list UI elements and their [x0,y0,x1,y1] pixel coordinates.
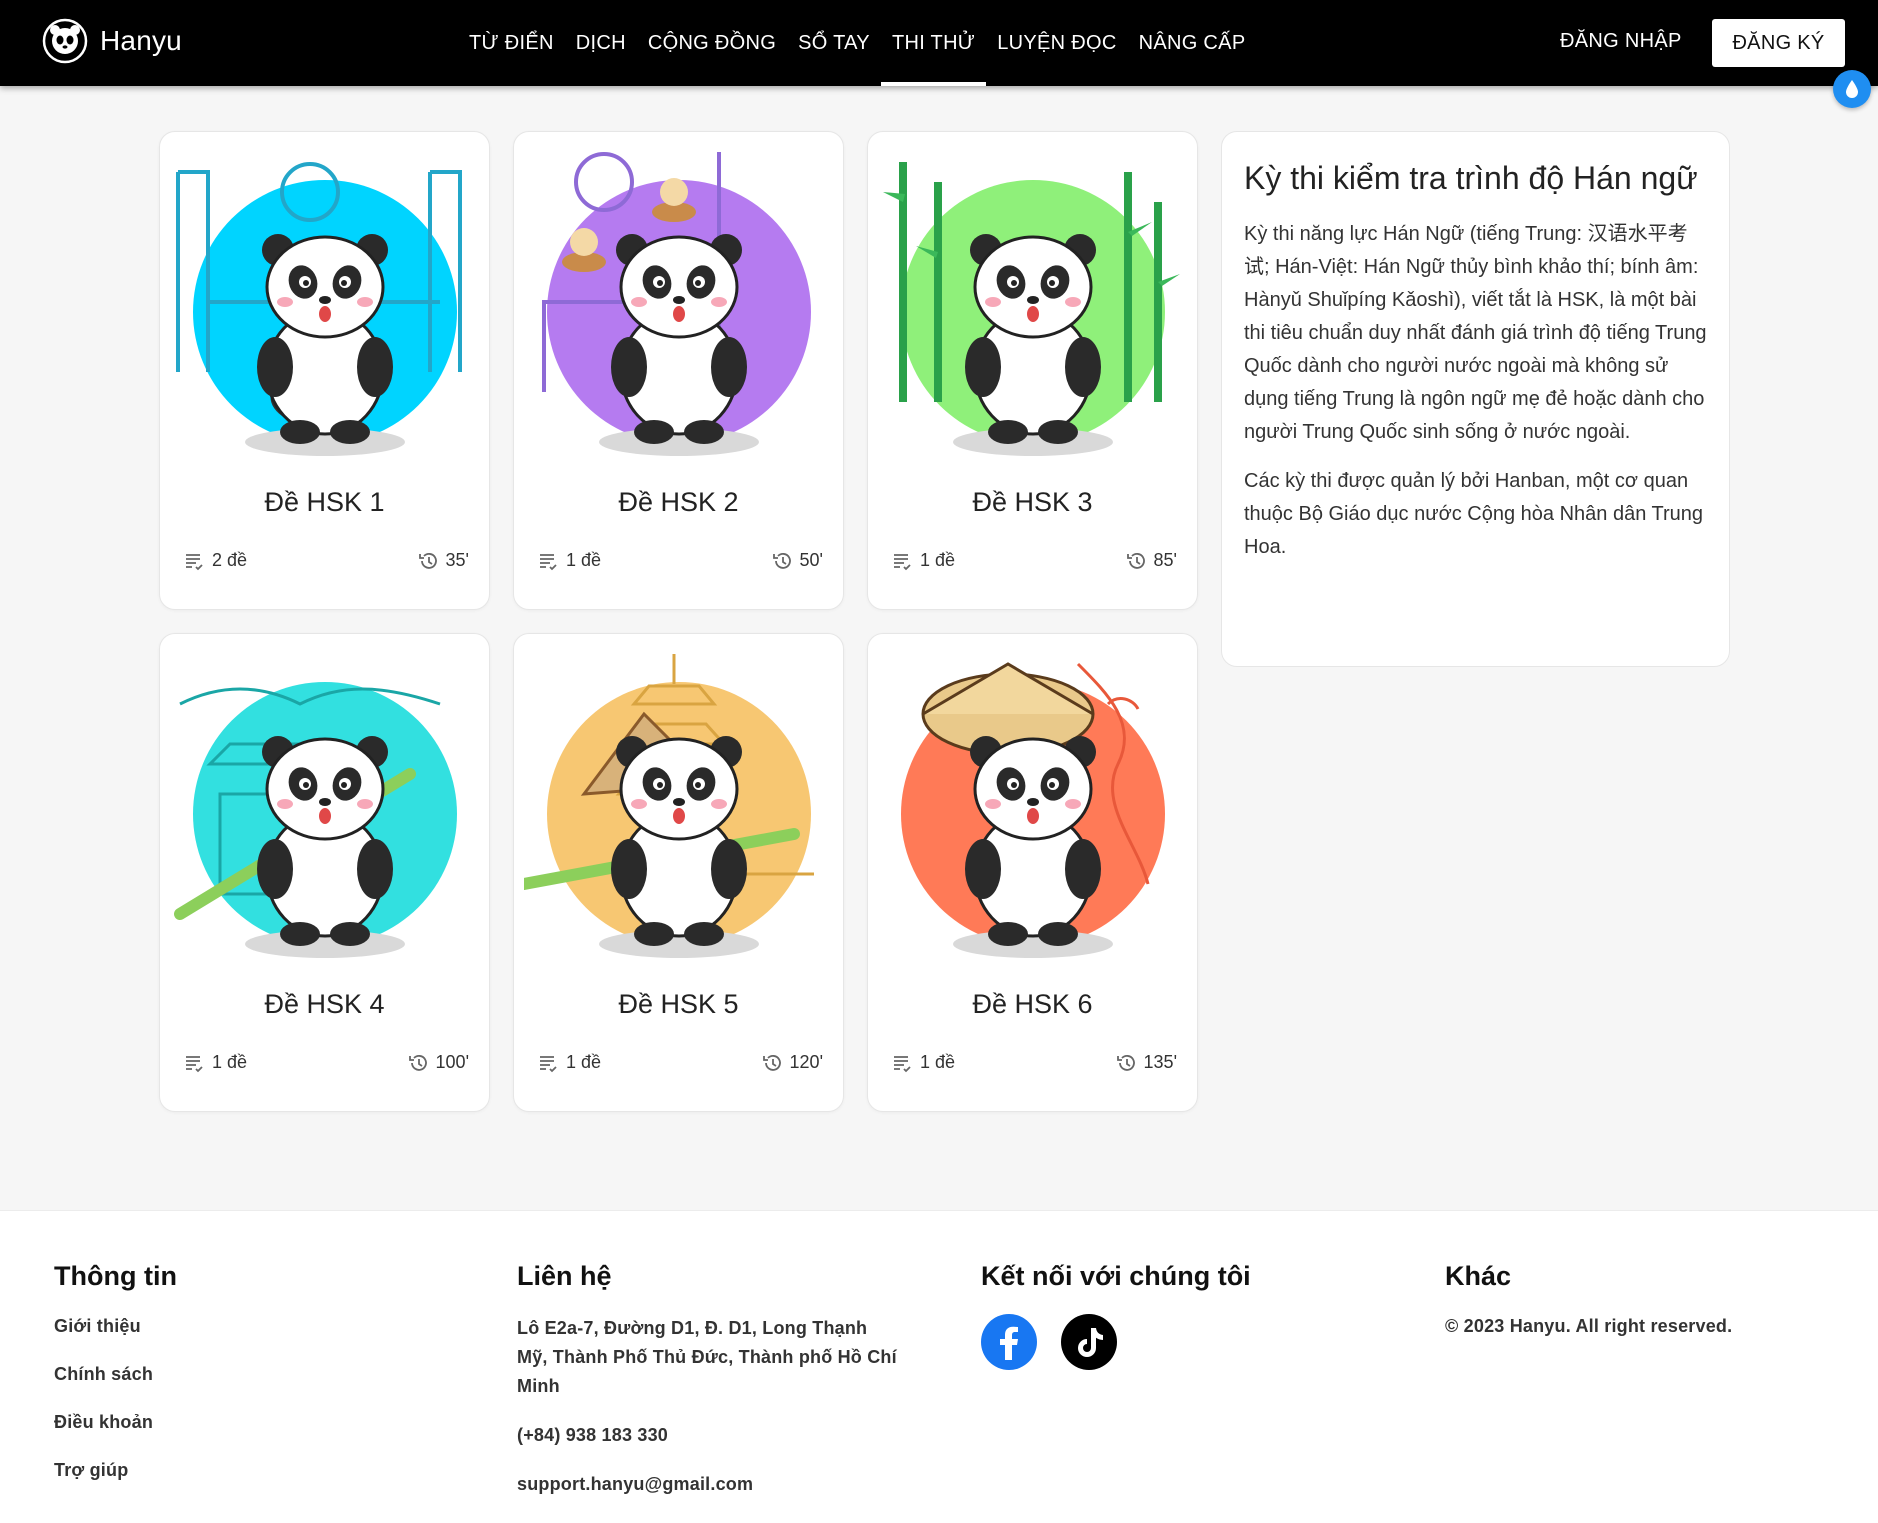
info-title: Kỳ thi kiểm tra trình độ Hán ngữ [1244,160,1698,196]
tiktok-link[interactable] [1061,1314,1117,1370]
history-clock-icon [762,1054,781,1071]
panda-illustration-icon [174,682,457,958]
card-meta: 2 đề 35' [184,550,469,571]
card-meta: 1 đề 50' [538,550,823,571]
nav-item-reading[interactable]: LUYỆN ĐỌC [986,0,1127,86]
card-test-count: 1 đề [920,550,956,570]
footer-phone[interactable]: (+84) 938 183 330 [517,1421,897,1450]
card-title: Đề HSK 6 [972,989,1093,1019]
card-title: Đề HSK 2 [618,487,739,517]
exam-card-hsk-1[interactable]: Đề HSK 1 2 đề 35' [159,131,490,610]
footer-contact-column: Liên hệ Lô E2a-7, Đường D1, Đ. D1, Long … [517,1261,897,1519]
footer-address: Lô E2a-7, Đường D1, Đ. D1, Long Thạnh Mỹ… [517,1318,897,1396]
panda-illustration-icon [901,662,1165,958]
panda-logo-icon [42,18,88,64]
footer-connect-heading: Kết nối với chúng tôi [981,1261,1251,1291]
login-button[interactable]: ĐĂNG NHẬP [1560,30,1682,53]
nav-item-translate[interactable]: DỊCH [565,0,637,86]
exam-card-hsk-6[interactable]: Đề HSK 6 1 đề 135' [867,633,1198,1112]
panda-illustration-icon [883,162,1180,456]
footer-contact-heading: Liên hệ [517,1261,612,1291]
card-meta: 1 đề 120' [538,1052,823,1073]
card-duration: 50' [799,550,823,570]
info-paragraph-2: Các kỳ thi được quản lý bởi Hanban, một … [1244,470,1704,558]
test-list-icon [894,1055,911,1072]
nav-item-notebook[interactable]: SỔ TAY [787,0,881,86]
brand[interactable]: Hanyu [42,18,182,64]
test-list-icon [186,553,203,570]
card-title: Đề HSK 4 [264,989,385,1019]
card-meta: 1 đề 100' [184,1052,469,1073]
footer-info-heading: Thông tin [54,1261,177,1291]
footer-connect-column: Kết nối với chúng tôi [981,1261,1401,1370]
card-duration: 120' [789,1052,823,1072]
card-test-count: 1 đề [920,1052,956,1072]
history-clock-icon [408,1054,427,1071]
exam-card-hsk-4[interactable]: Đề HSK 4 1 đề 100' [159,633,490,1112]
test-list-icon [894,553,911,570]
card-test-count: 1 đề [566,1052,602,1072]
footer-link-about[interactable]: Giới thiệu [54,1314,474,1338]
card-duration: 100' [435,1052,469,1072]
card-title: Đề HSK 5 [618,989,739,1019]
main-nav: TỪ ĐIỂN DỊCH CỘNG ĐỒNG SỔ TAY THI THỬ LU… [458,0,1256,86]
footer-email[interactable]: support.hanyu@gmail.com [517,1470,897,1499]
brand-name: Hanyu [100,25,182,56]
card-test-count: 1 đề [212,1052,248,1072]
footer: Thông tin Giới thiệu Chính sách Điều kho… [0,1210,1878,1523]
footer-copyright: © 2023 Hanyu. All right reserved. [1445,1316,1733,1336]
footer-other-column: Khác © 2023 Hanyu. All right reserved. [1445,1261,1865,1362]
nav-item-community[interactable]: CỘNG ĐỒNG [637,0,787,86]
test-list-icon [540,553,557,570]
exam-card-hsk-2[interactable]: Đề HSK 2 1 đề 50' [513,131,844,610]
card-title: Đề HSK 1 [264,487,385,517]
nav-item-mock-test[interactable]: THI THỬ [880,0,987,86]
history-clock-icon [418,552,437,569]
exam-card-hsk-3[interactable]: Đề HSK 3 1 đề 85' [867,131,1198,610]
test-list-icon [540,1055,557,1072]
card-duration: 85' [1153,550,1177,570]
panda-illustration-icon [542,152,811,456]
panda-illustration-icon [524,654,814,958]
top-navbar: Hanyu TỪ ĐIỂN DỊCH CỘNG ĐỒNG SỔ TAY THI … [0,0,1878,86]
history-clock-icon [1116,1054,1135,1071]
footer-link-terms[interactable]: Điều khoản [54,1410,474,1434]
floating-drop-button[interactable] [1833,70,1871,108]
footer-link-help[interactable]: Trợ giúp [54,1458,474,1482]
hsk-info-panel: Kỳ thi kiểm tra trình độ Hán ngữ Kỳ thi … [1221,131,1730,667]
tiktok-icon [1062,1315,1116,1369]
footer-info-column: Thông tin Giới thiệu Chính sách Điều kho… [54,1261,474,1506]
footer-link-policy[interactable]: Chính sách [54,1362,474,1386]
card-title: Đề HSK 3 [972,487,1093,517]
footer-other-heading: Khác [1445,1261,1512,1291]
card-test-count: 1 đề [566,550,602,570]
facebook-icon [982,1315,1036,1369]
facebook-link[interactable] [981,1314,1037,1370]
test-list-icon [186,1055,203,1072]
panda-illustration-icon [176,162,462,456]
history-clock-icon [772,552,791,569]
info-paragraph-1: Kỳ thi năng lực Hán Ngữ (tiếng Trung: 汉语… [1244,223,1707,443]
history-clock-icon [1126,552,1145,569]
nav-item-dictionary[interactable]: TỪ ĐIỂN [458,0,565,86]
card-duration: 135' [1143,1052,1177,1072]
card-meta: 1 đề 85' [892,550,1177,571]
nav-item-upgrade[interactable]: NÂNG CẤP [1128,0,1257,86]
card-meta: 1 đề 135' [892,1052,1177,1073]
card-test-count: 2 đề [212,550,248,570]
exam-card-hsk-5[interactable]: Đề HSK 5 1 đề 120' [513,633,844,1112]
signup-button[interactable]: ĐĂNG KÝ [1712,19,1845,67]
card-duration: 35' [445,550,469,570]
water-drop-icon [1846,80,1858,98]
